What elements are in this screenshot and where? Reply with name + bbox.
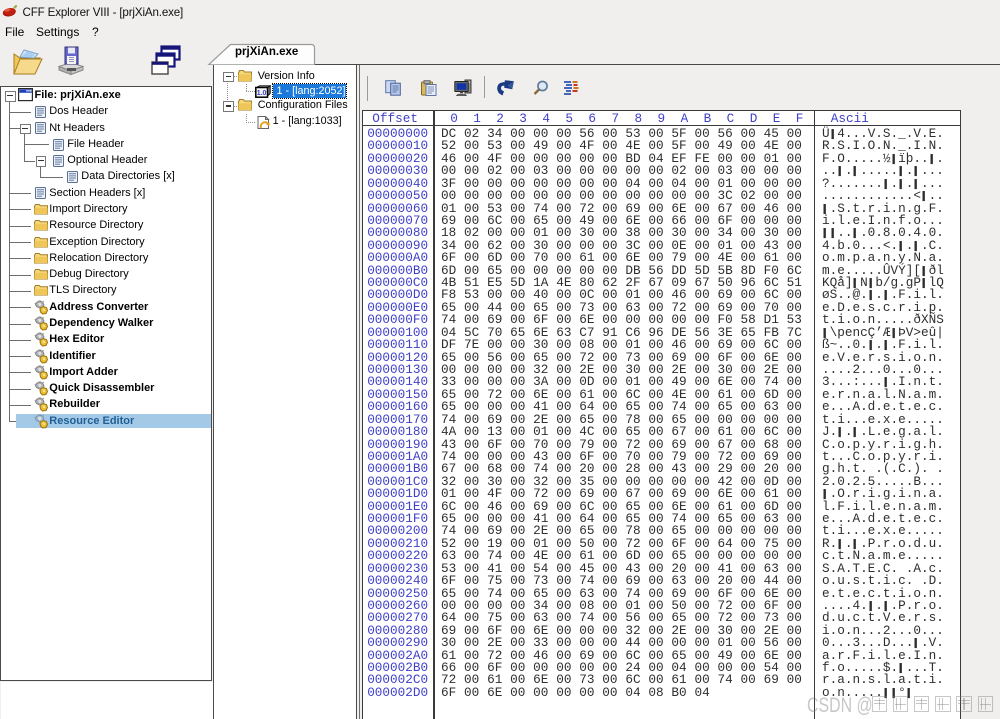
svg-text:1.0: 1.0 bbox=[257, 90, 267, 97]
